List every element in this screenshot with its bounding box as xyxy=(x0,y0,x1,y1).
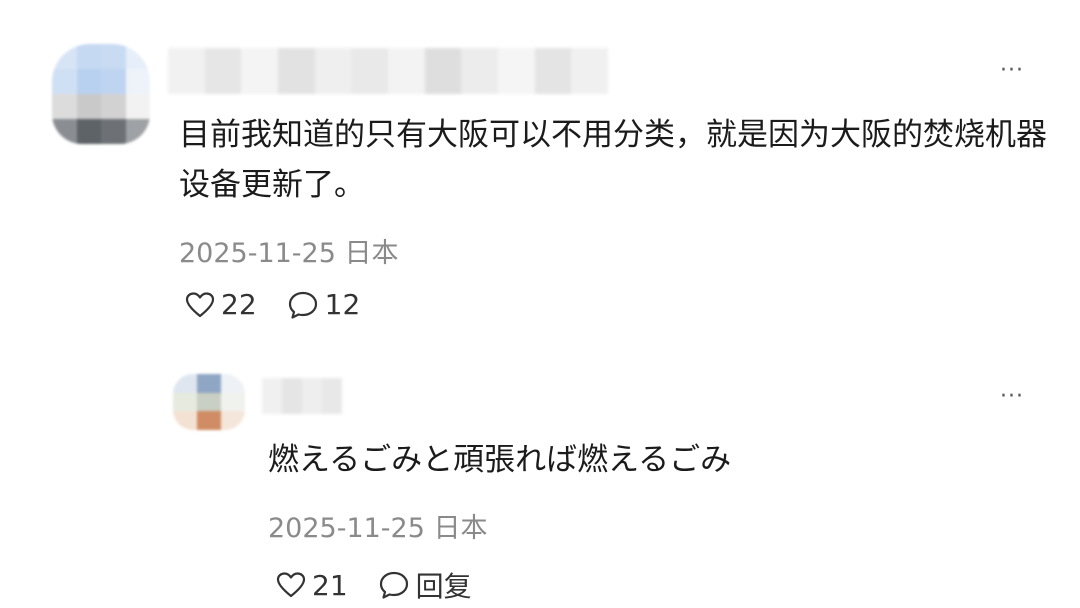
avatar[interactable] xyxy=(52,44,150,144)
speech-bubble-outline-icon xyxy=(288,291,317,319)
comment-button[interactable]: 12 xyxy=(287,288,361,321)
reply-button-label: 回复 xyxy=(415,570,472,603)
username-blurred[interactable] xyxy=(168,48,609,94)
like-count: 22 xyxy=(221,288,257,321)
comment-meta: 2025-11-25 日本 xyxy=(179,231,399,270)
like-button[interactable]: 22 xyxy=(185,288,257,321)
speech-bubble-outline-icon xyxy=(379,571,408,599)
reply-text: 燃えるごみと頑張れば燃えるごみ xyxy=(268,442,732,478)
comment-actions: 22 12 xyxy=(185,288,390,321)
reply-date: 2025-11-25 xyxy=(268,513,425,544)
heart-outline-icon xyxy=(276,572,306,598)
reply-meta: 2025-11-25 日本 xyxy=(268,506,488,545)
reply-actions: 21 回复 xyxy=(276,565,502,605)
more-options-icon[interactable]: ··· xyxy=(1000,58,1024,83)
reply-more-options-icon[interactable]: ··· xyxy=(1000,384,1024,409)
reply-like-button[interactable]: 21 xyxy=(276,569,348,602)
comment-location: 日本 xyxy=(344,238,399,269)
reply-username-blurred[interactable] xyxy=(262,378,342,414)
comment-text: 目前我知道的只有大阪可以不用分类，就是因为大阪的焚烧机器设备更新了。 xyxy=(179,117,1047,203)
reply-location: 日本 xyxy=(433,513,488,544)
heart-outline-icon xyxy=(185,291,215,317)
reply-count: 12 xyxy=(324,288,361,321)
reply-like-count: 21 xyxy=(312,568,348,602)
reply-avatar[interactable] xyxy=(173,374,245,430)
reply-button[interactable]: 回复 xyxy=(378,565,472,605)
comment-date: 2025-11-25 xyxy=(179,238,336,269)
